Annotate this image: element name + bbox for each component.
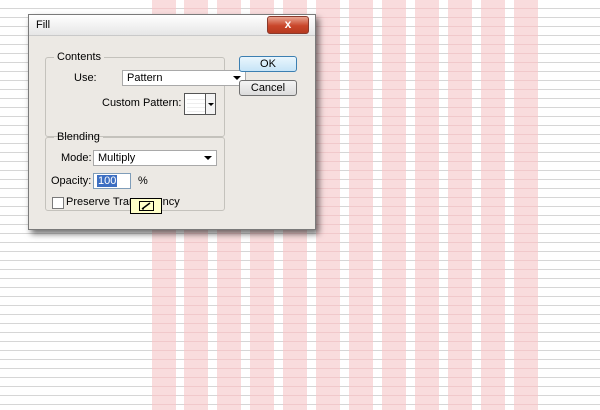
cancel-button[interactable]: Cancel	[239, 80, 297, 96]
custom-pattern-picker[interactable]	[184, 93, 216, 115]
preserve-transparency-label[interactable]: Preserve Transparency	[66, 196, 180, 208]
canvas-stripe	[481, 0, 505, 410]
use-label: Use:	[74, 72, 97, 84]
custom-pattern-label: Custom Pattern:	[102, 97, 182, 109]
canvas-stripe	[448, 0, 472, 410]
opacity-value: 100	[97, 175, 118, 187]
fill-dialog: Fill x Contents Use: Pattern Custom Patt…	[28, 14, 316, 230]
mode-label: Mode:	[61, 152, 92, 164]
canvas-stripe	[382, 0, 406, 410]
pattern-swatch-icon	[187, 96, 205, 112]
preserve-transparency-checkbox[interactable]	[52, 197, 64, 209]
pattern-dropdown-button[interactable]	[205, 94, 215, 114]
canvas-stripe	[316, 0, 340, 410]
opacity-input[interactable]: 100	[93, 173, 131, 189]
dialog-title: Fill	[36, 19, 51, 31]
blending-legend: Blending	[57, 131, 100, 143]
use-select[interactable]: Pattern	[122, 70, 246, 86]
use-select-value: Pattern	[127, 72, 163, 84]
close-button[interactable]: x	[267, 16, 309, 34]
opacity-unit: %	[138, 175, 148, 187]
dropdown-arrow-icon	[208, 103, 214, 106]
canvas-stripe	[514, 0, 538, 410]
close-icon: x	[284, 17, 292, 31]
pencil-cursor-icon	[139, 201, 154, 211]
opacity-label: Opacity:	[51, 175, 92, 187]
canvas-stripe	[415, 0, 439, 410]
canvas-stripe	[349, 0, 373, 410]
dropdown-arrow-icon	[204, 156, 212, 160]
dialog-titlebar[interactable]: Fill x	[29, 15, 315, 36]
ok-button[interactable]: OK	[239, 56, 297, 72]
cursor-tooltip	[130, 198, 162, 214]
contents-legend: Contents	[57, 51, 102, 63]
mode-select-value: Multiply	[98, 152, 136, 164]
mode-select[interactable]: Multiply	[93, 150, 217, 166]
